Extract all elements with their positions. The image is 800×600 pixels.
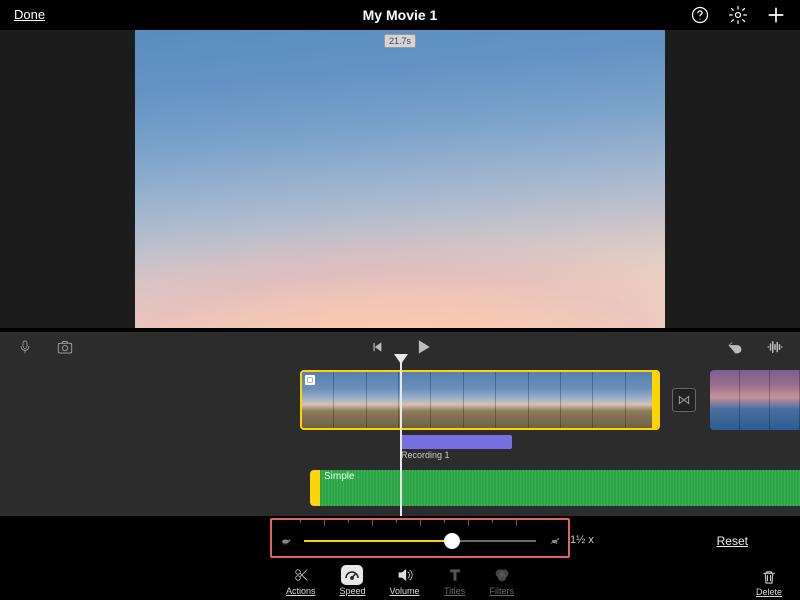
- voiceover-clip[interactable]: [400, 435, 512, 449]
- voiceover-label: Recording 1: [401, 450, 450, 460]
- music-track[interactable]: Simple: [310, 470, 800, 506]
- tab-actions[interactable]: Actions: [286, 565, 316, 596]
- selected-video-clip[interactable]: ▢: [300, 370, 660, 430]
- undo-icon[interactable]: [726, 338, 744, 356]
- tab-titles[interactable]: Titles: [444, 565, 466, 596]
- tab-volume[interactable]: Volume: [390, 565, 420, 596]
- waveform-icon[interactable]: [766, 338, 784, 356]
- play-icon[interactable]: [414, 338, 432, 356]
- project-title: My Movie 1: [363, 7, 438, 23]
- microphone-icon[interactable]: [16, 338, 34, 356]
- video-preview[interactable]: 21.7s: [135, 30, 665, 328]
- tab-speed[interactable]: Speed: [339, 565, 365, 596]
- speed-value: 1½ x: [570, 534, 594, 546]
- add-icon[interactable]: [766, 5, 786, 25]
- tab-filters[interactable]: Filters: [490, 565, 515, 596]
- skip-back-icon[interactable]: [368, 338, 386, 356]
- help-icon[interactable]: [690, 5, 710, 25]
- inspector-toolbar: Actions Speed Volume Titles Filters: [0, 560, 800, 600]
- playhead[interactable]: [400, 362, 402, 516]
- reset-button[interactable]: Reset: [717, 534, 748, 548]
- clip-duration-badge: 21.7s: [384, 34, 416, 48]
- camera-icon[interactable]: [56, 338, 74, 356]
- transition-icon[interactable]: [672, 388, 696, 412]
- next-video-clip[interactable]: [710, 370, 800, 430]
- header-bar: Done My Movie 1: [0, 0, 800, 30]
- clip-trim-handle-right[interactable]: [652, 372, 658, 428]
- done-button[interactable]: Done: [14, 7, 45, 22]
- settings-icon[interactable]: [728, 5, 748, 25]
- music-label: Simple: [324, 471, 355, 482]
- delete-button[interactable]: Delete: [756, 567, 782, 597]
- tutorial-highlight: [270, 518, 570, 558]
- clip-thumbnail-icon: ▢: [305, 375, 315, 385]
